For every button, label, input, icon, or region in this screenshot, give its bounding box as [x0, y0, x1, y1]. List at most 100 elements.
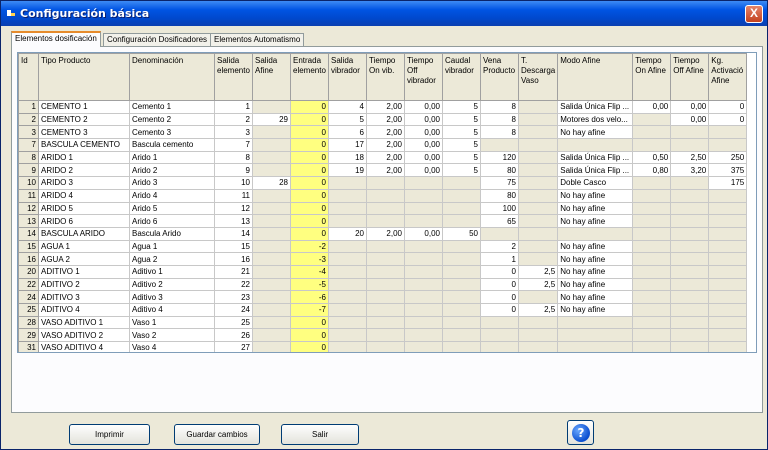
table-cell[interactable] — [517, 341, 559, 352]
table-cell[interactable]: 2,00 — [366, 163, 405, 178]
table-cell[interactable] — [708, 226, 748, 241]
table-cell[interactable]: No hay afine — [557, 277, 634, 292]
table-cell[interactable] — [632, 112, 672, 127]
column-header[interactable]: T. Descarga Vaso — [517, 53, 559, 101]
table-cell[interactable]: 19 — [328, 163, 367, 178]
table-cell[interactable] — [557, 226, 634, 241]
column-header[interactable]: Salida Afine — [252, 53, 291, 101]
column-header[interactable]: Modo Afine — [557, 53, 634, 101]
table-cell[interactable] — [480, 315, 519, 330]
table-cell[interactable]: ARIDO 5 — [38, 201, 130, 216]
exit-button[interactable]: Salir — [281, 424, 359, 445]
table-cell[interactable]: 0 — [290, 315, 329, 330]
table-cell[interactable]: 5 — [442, 163, 481, 178]
table-cell[interactable]: 10 — [214, 176, 253, 190]
table-cell[interactable]: 5 — [442, 150, 481, 165]
table-cell[interactable] — [708, 328, 748, 343]
table-cell[interactable]: 26 — [214, 328, 253, 343]
table-cell[interactable] — [517, 176, 559, 190]
table-cell[interactable] — [708, 277, 748, 292]
table-cell[interactable]: 5 — [442, 112, 481, 127]
table-cell[interactable]: 0 — [480, 277, 519, 292]
table-cell[interactable] — [328, 252, 367, 266]
table-cell[interactable]: 175 — [708, 176, 748, 190]
table-cell[interactable] — [708, 188, 748, 203]
column-header[interactable]: Caudal vibrador — [442, 53, 481, 101]
table-cell[interactable]: 3 — [214, 125, 253, 140]
table-row[interactable]: 9 ARIDO 2 Arido 2 9 0 19 2,00 0,00 5 80 Salida Úni… — [18, 163, 748, 178]
table-cell[interactable]: 80 — [480, 188, 519, 203]
column-header[interactable]: Entrada elemento — [290, 53, 329, 101]
table-cell[interactable] — [366, 341, 405, 352]
table-cell[interactable] — [517, 201, 559, 216]
table-cell[interactable]: No hay afine — [557, 125, 634, 140]
table-cell[interactable]: 13 — [214, 214, 253, 228]
table-cell[interactable]: 2,5 — [517, 264, 559, 279]
close-button[interactable]: X — [745, 5, 763, 23]
table-cell[interactable]: Arido 5 — [129, 201, 215, 216]
table-cell[interactable] — [708, 252, 748, 266]
table-cell[interactable]: 0 — [290, 125, 329, 140]
column-header[interactable]: Tiempo Off vibrador — [404, 53, 443, 101]
table-cell[interactable]: Doble Casco — [557, 176, 634, 190]
table-cell[interactable]: 2,5 — [517, 303, 559, 317]
table-cell[interactable] — [442, 264, 481, 279]
table-cell[interactable]: 2 — [480, 239, 519, 254]
table-cell[interactable] — [328, 341, 367, 352]
table-cell[interactable] — [557, 138, 634, 152]
table-cell[interactable]: 27 — [214, 341, 253, 352]
table-cell[interactable]: Agua 1 — [129, 239, 215, 254]
table-cell[interactable]: 28 — [252, 176, 291, 190]
table-cell[interactable]: 65 — [480, 214, 519, 228]
table-cell[interactable] — [252, 303, 291, 317]
tab-configuracion-dosificadores[interactable]: Configuración Dosificadores — [103, 33, 212, 46]
table-cell[interactable]: ARIDO 3 — [38, 176, 130, 190]
help-button[interactable]: ? — [567, 420, 594, 445]
table-cell[interactable]: Vaso 4 — [129, 341, 215, 352]
table-cell[interactable] — [670, 277, 710, 292]
table-cell[interactable] — [366, 252, 405, 266]
table-cell[interactable] — [670, 239, 710, 254]
table-cell[interactable]: 25 — [214, 315, 253, 330]
table-cell[interactable] — [708, 303, 748, 317]
table-cell[interactable]: 75 — [480, 176, 519, 190]
table-cell[interactable]: 0,00 — [404, 163, 443, 178]
table-cell[interactable]: CEMENTO 1 — [38, 100, 130, 114]
table-cell[interactable]: ADITIVO 3 — [38, 290, 130, 304]
table-row[interactable]: 25 ADITIVO 4 Aditivo 4 24 -7 0 2,5 No hay afine — [18, 303, 748, 317]
table-cell[interactable]: 0 — [290, 150, 329, 165]
table-row[interactable]: 29 VASO ADITIVO 2 Vaso 2 26 0 — [18, 328, 748, 343]
table-cell[interactable]: 0,00 — [404, 125, 443, 140]
table-cell[interactable] — [632, 125, 672, 140]
table-cell[interactable]: 5 — [328, 112, 367, 127]
table-cell[interactable] — [632, 341, 672, 352]
table-cell[interactable] — [632, 226, 672, 241]
table-cell[interactable] — [442, 188, 481, 203]
table-cell[interactable] — [670, 290, 710, 304]
table-cell[interactable] — [404, 315, 443, 330]
table-cell[interactable]: -4 — [290, 264, 329, 279]
table-cell[interactable]: 120 — [480, 150, 519, 165]
table-cell[interactable] — [517, 163, 559, 178]
table-cell[interactable]: 3,20 — [670, 163, 710, 178]
table-cell[interactable] — [670, 125, 710, 140]
table-cell[interactable]: 0,00 — [670, 112, 710, 127]
table-cell[interactable] — [670, 201, 710, 216]
table-cell[interactable] — [366, 214, 405, 228]
table-cell[interactable]: Motores dos velo... — [557, 112, 634, 127]
table-cell[interactable]: 29 — [252, 112, 291, 127]
column-header[interactable]: Tiempo On vib. — [366, 53, 405, 101]
table-cell[interactable] — [517, 188, 559, 203]
table-cell[interactable]: Aditivo 2 — [129, 277, 215, 292]
table-cell[interactable] — [328, 277, 367, 292]
table-cell[interactable] — [404, 252, 443, 266]
table-cell[interactable]: 0 — [480, 264, 519, 279]
table-cell[interactable] — [404, 277, 443, 292]
table-cell[interactable]: 5 — [442, 138, 481, 152]
table-cell[interactable] — [252, 125, 291, 140]
table-cell[interactable]: No hay afine — [557, 290, 634, 304]
table-cell[interactable]: 0 — [290, 176, 329, 190]
table-row[interactable]: 3 CEMENTO 3 Cemento 3 3 0 6 2,00 0,00 5 8 No hay a… — [18, 125, 748, 140]
table-cell[interactable]: ADITIVO 4 — [38, 303, 130, 317]
table-cell[interactable]: 0,00 — [670, 100, 710, 114]
